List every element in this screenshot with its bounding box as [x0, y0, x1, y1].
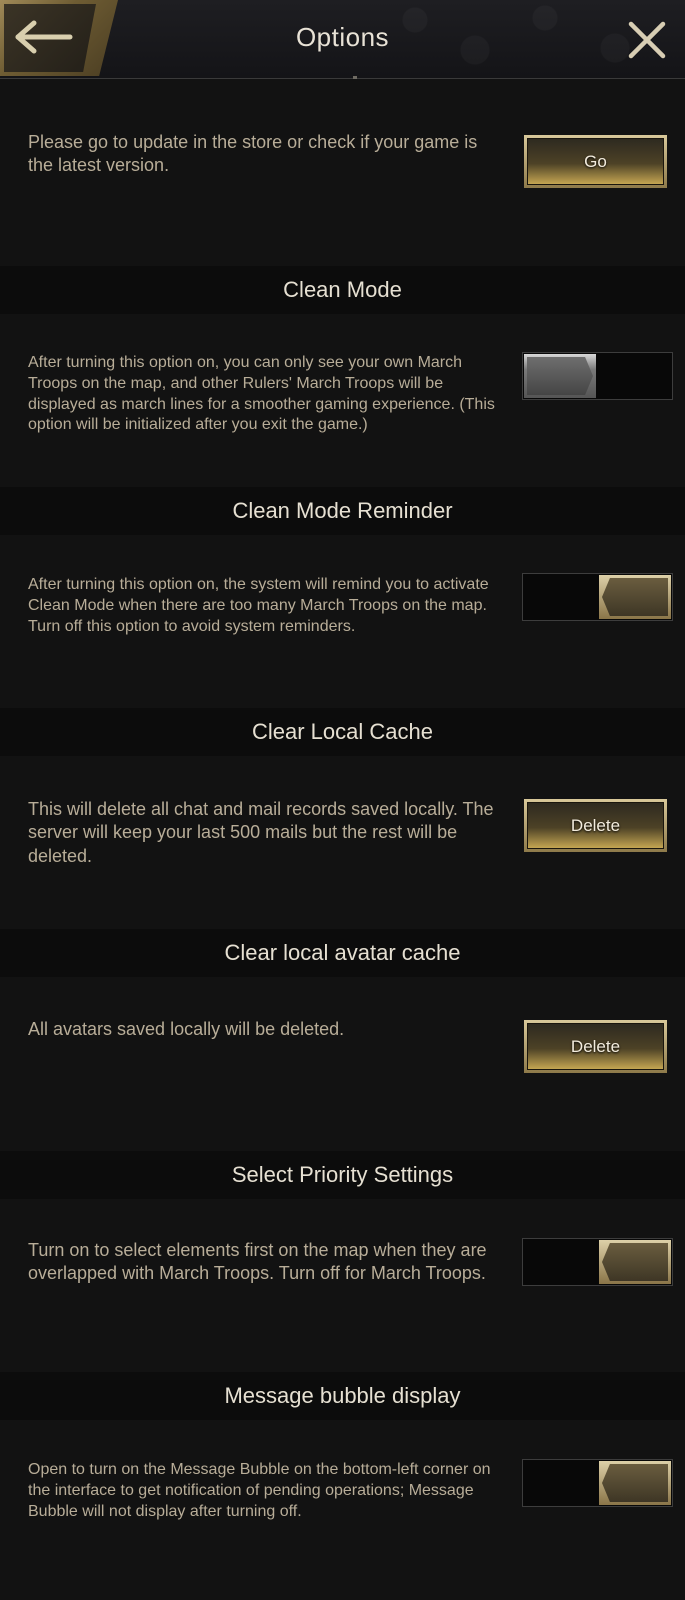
close-button[interactable]: [627, 20, 667, 60]
toggle-knob: [524, 354, 596, 398]
clean-mode-description: After turning this option on, you can on…: [28, 354, 495, 434]
section-header-clean-mode-reminder: Clean Mode Reminder: [0, 487, 685, 535]
top-bar: Options: [0, 0, 685, 79]
section-header-select-priority: Select Priority Settings: [0, 1151, 685, 1199]
clear-local-cache-description: This will delete all chat and mail recor…: [28, 799, 494, 866]
page-title: Options: [295, 22, 390, 52]
message-bubble-toggle[interactable]: [522, 1459, 673, 1507]
clean-mode-reminder-toggle[interactable]: [522, 573, 673, 621]
section-header-clear-avatar-cache: Clear local avatar cache: [0, 929, 685, 977]
section-header-clear-local-cache: Clear Local Cache: [0, 708, 685, 756]
select-priority-toggle[interactable]: [522, 1238, 673, 1286]
section-header-clean-mode: Clean Mode: [0, 266, 685, 314]
toggle-knob: [599, 1240, 671, 1284]
toggle-knob: [599, 575, 671, 619]
update-description: Please go to update in the store or chec…: [28, 132, 478, 176]
go-button-label: Go: [527, 138, 664, 185]
message-bubble-description: Open to turn on the Message Bubble on th…: [28, 1461, 491, 1520]
delete-cache-button-label: Delete: [527, 802, 664, 849]
delete-avatar-cache-button-label: Delete: [527, 1023, 664, 1070]
toggle-knob: [599, 1461, 671, 1505]
delete-cache-button[interactable]: Delete: [524, 799, 667, 852]
go-button[interactable]: Go: [524, 135, 667, 188]
scroll-remnant: [353, 76, 357, 79]
section-header-message-bubble: Message bubble display: [0, 1372, 685, 1420]
options-page: Options Please go to update in the store…: [0, 0, 685, 1600]
select-priority-description: Turn on to select elements first on the …: [28, 1240, 487, 1284]
clean-mode-toggle[interactable]: [522, 352, 673, 400]
delete-avatar-cache-button[interactable]: Delete: [524, 1020, 667, 1073]
close-icon: [628, 21, 666, 59]
clear-avatar-cache-description: All avatars saved locally will be delete…: [28, 1019, 345, 1039]
clean-mode-reminder-description: After turning this option on, the system…: [28, 576, 489, 635]
